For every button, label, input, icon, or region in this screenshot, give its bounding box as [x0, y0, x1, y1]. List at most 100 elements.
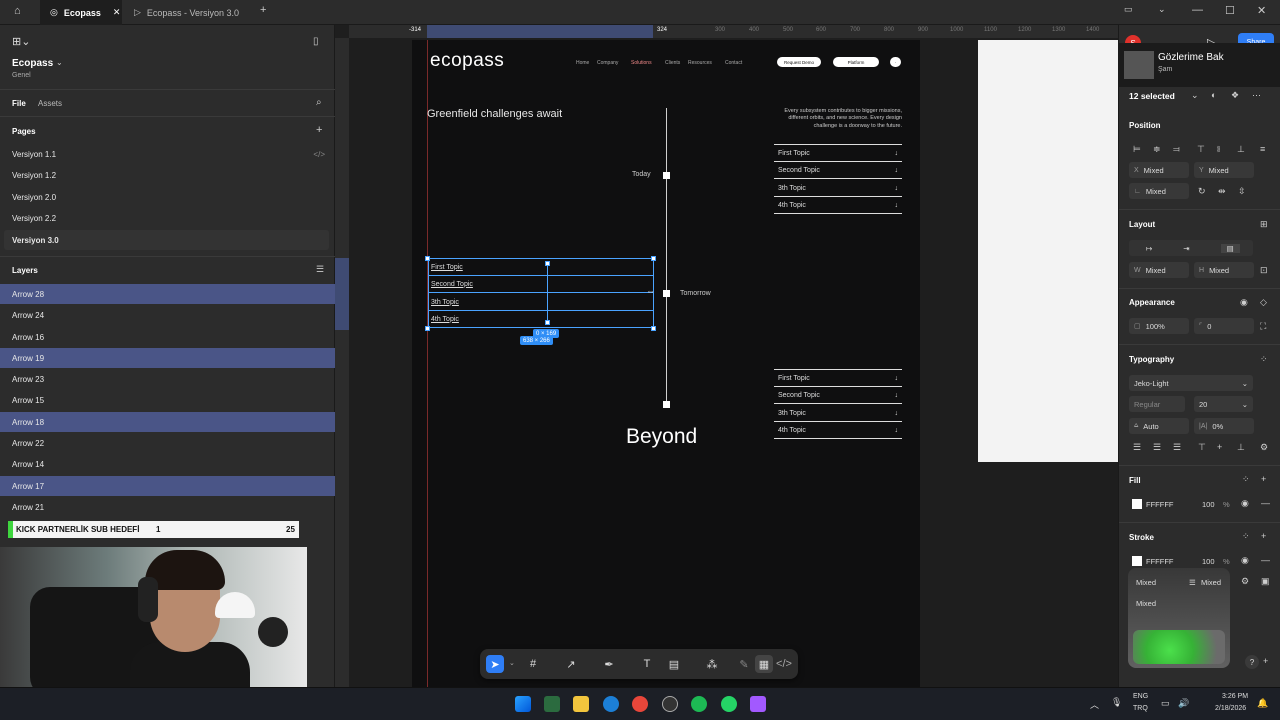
nav-link[interactable]: Resources — [688, 60, 712, 66]
align-left-icon[interactable]: ⊨ — [1133, 144, 1141, 155]
stroke-hex[interactable]: FFFFFF — [1146, 557, 1174, 566]
selected-topic-item[interactable]: Second Topic — [428, 276, 654, 293]
layer-item[interactable]: Arrow 14 — [0, 454, 335, 474]
tab-assets[interactable]: Assets — [38, 99, 62, 108]
layout-mode-toggle[interactable]: ↦ ⇥ ▤ — [1129, 240, 1253, 256]
nav-link[interactable]: Contact — [725, 60, 742, 66]
minimize-icon[interactable]: — — [1192, 4, 1203, 16]
chevron-up-icon[interactable]: ︿ — [1090, 698, 1099, 711]
font-size-field[interactable]: 20 ⌄ — [1194, 396, 1253, 412]
music-widget[interactable]: Gözlerime Bak Şam — [1118, 43, 1280, 87]
y-field[interactable]: Y Mixed — [1194, 162, 1254, 178]
horizontal-icon[interactable]: ↦ — [1146, 244, 1152, 253]
whatsapp-icon[interactable] — [721, 696, 737, 712]
eye-icon[interactable]: ◉ — [1240, 297, 1248, 308]
flip-horizontal-icon[interactable]: ⇹ — [1218, 186, 1226, 197]
pen-tool-icon[interactable]: ✒ — [600, 655, 618, 673]
line-tool-icon[interactable]: ↗ — [562, 655, 580, 673]
keyboard-layout[interactable]: TRQ — [1133, 705, 1148, 712]
styles-icon[interactable]: ⁘ — [1242, 474, 1250, 485]
chrome-icon[interactable] — [632, 696, 648, 712]
language-button[interactable]: · — [890, 57, 901, 67]
letter-spacing-field[interactable]: |A| 0% — [1194, 418, 1254, 434]
drop-icon[interactable]: ◇ — [1260, 297, 1267, 308]
resize-handle[interactable] — [651, 256, 656, 261]
page-item[interactable]: Versiyon 1.2 — [0, 165, 335, 185]
tab-file[interactable]: File — [12, 99, 26, 108]
remove-icon[interactable]: — — [1261, 555, 1270, 565]
page-item-active[interactable]: Versiyon 3.0 — [4, 230, 329, 250]
maximize-icon[interactable]: ☐ — [1225, 4, 1235, 17]
new-tab-icon[interactable]: + — [260, 4, 266, 16]
topic-item[interactable]: First Topic ↓ — [774, 145, 902, 162]
file-explorer-icon[interactable] — [573, 696, 589, 712]
resize-handle[interactable] — [425, 326, 430, 331]
chevron-down-icon[interactable]: ⌄ — [56, 58, 63, 67]
windows-start-icon[interactable] — [515, 696, 531, 712]
tab-version[interactable]: ▷ Ecopass - Versiyon 3.0 — [124, 0, 254, 25]
adjacent-frame[interactable] — [978, 40, 1118, 462]
nav-link[interactable]: Clients — [665, 60, 680, 66]
add-page-icon[interactable]: + — [316, 124, 322, 136]
text-top-icon[interactable]: ⊤ — [1198, 442, 1206, 453]
project-name[interactable]: Ecopass — [12, 58, 53, 69]
text-bottom-icon[interactable]: ⊥ — [1237, 442, 1245, 453]
radius-field[interactable]: ⌜ 0 — [1194, 318, 1254, 334]
topic-item[interactable]: 3th Topic ↓ — [774, 405, 902, 422]
spotify-icon[interactable] — [691, 696, 707, 712]
height-field[interactable]: H Mixed — [1194, 262, 1254, 278]
frame-tool-icon[interactable]: # — [524, 655, 542, 673]
stroke-position-value[interactable]: Mixed — [1136, 578, 1156, 587]
draw-mode-icon[interactable]: ✎ — [735, 655, 753, 673]
more-icon[interactable]: ⋯ — [1252, 90, 1261, 101]
layer-item[interactable]: Arrow 21 — [0, 497, 335, 517]
layer-item[interactable]: Arrow 19 — [0, 348, 335, 368]
fill-swatch[interactable] — [1132, 499, 1142, 509]
microphone-icon[interactable]: 🎙 — [1111, 697, 1122, 708]
wrap-icon[interactable]: ▤ — [1220, 243, 1240, 253]
window-close-icon[interactable]: ✕ — [1257, 4, 1266, 17]
fill-opacity[interactable]: 100 — [1202, 500, 1215, 509]
align-top-icon[interactable]: ⊤ — [1197, 144, 1205, 155]
text-tool-icon[interactable]: T — [638, 655, 656, 673]
layer-item[interactable]: Arrow 18 — [0, 412, 335, 432]
line-height-field[interactable]: ⩠ Auto — [1129, 418, 1189, 434]
text-middle-icon[interactable]: + — [1217, 442, 1222, 452]
close-icon[interactable]: ✕ — [113, 7, 121, 18]
styles-icon[interactable]: ⁘ — [1260, 354, 1268, 365]
request-demo-button[interactable]: Request Demo — [777, 57, 821, 67]
notification-icon[interactable]: 🔔 — [1257, 698, 1268, 709]
page-item[interactable]: Versiyon 2.2 — [0, 208, 335, 228]
eye-icon[interactable]: ◉ — [1241, 498, 1249, 509]
resize-handle[interactable] — [651, 326, 656, 331]
fill-hex[interactable]: FFFFFF — [1146, 500, 1174, 509]
chevron-down-icon[interactable]: ⌄ — [509, 659, 515, 667]
figma-icon[interactable] — [750, 696, 766, 712]
align-middle-icon[interactable]: ⧚ — [1217, 144, 1220, 155]
flip-vertical-icon[interactable]: ⇳ — [1238, 186, 1246, 197]
stroke-settings-icon[interactable]: ⚙ — [1241, 576, 1249, 587]
topic-item[interactable]: First Topic ↓ — [774, 370, 902, 387]
language-indicator[interactable]: ENG — [1133, 693, 1148, 700]
move-tool-icon[interactable]: ➤ — [486, 655, 504, 673]
layer-item[interactable]: Arrow 24 — [0, 305, 335, 325]
chevron-down-icon[interactable]: ⌄ — [1191, 90, 1199, 101]
vertical-icon[interactable]: ⇥ — [1183, 244, 1189, 253]
topic-item[interactable]: 4th Topic ↓ — [774, 197, 902, 214]
add-icon[interactable]: + — [1263, 656, 1268, 666]
distribute-icon[interactable]: ≡ — [1260, 144, 1265, 154]
add-icon[interactable]: + — [1261, 474, 1266, 484]
dev-mode-icon[interactable]: </> — [775, 655, 793, 673]
home-icon[interactable]: ⌂ — [14, 5, 21, 17]
window-icon[interactable]: ▭ — [1124, 4, 1133, 15]
layers-filter-icon[interactable]: ☰ — [316, 264, 324, 275]
text-align-left-icon[interactable]: ☰ — [1133, 442, 1141, 453]
rotation-field[interactable]: ∟ Mixed — [1129, 183, 1189, 199]
resize-handle[interactable] — [545, 320, 550, 325]
selected-topic-item[interactable]: 4th Topic — [428, 311, 654, 328]
nav-link[interactable]: Company — [597, 60, 618, 66]
help-icon[interactable]: ? — [1245, 655, 1259, 669]
stroke-sides-icon[interactable]: ▣ — [1261, 576, 1270, 587]
selected-topic-item[interactable]: 3th Topic — [428, 294, 654, 311]
components-icon[interactable]: ⁂ — [703, 655, 721, 673]
